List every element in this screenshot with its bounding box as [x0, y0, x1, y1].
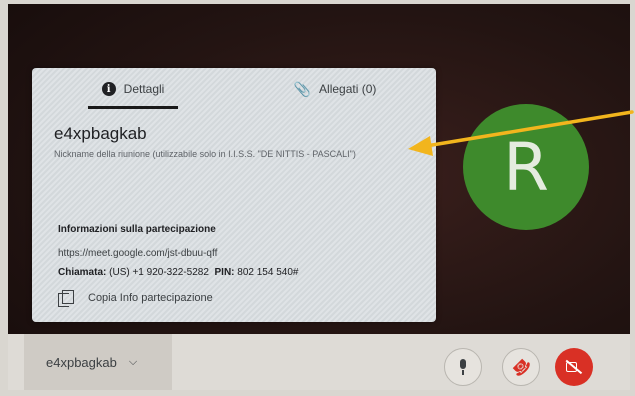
copy-join-info-button[interactable]: Copia Info partecipazione — [58, 290, 213, 307]
dial-label: Chiamata: — [58, 267, 107, 278]
active-tab-indicator — [88, 106, 178, 109]
meeting-screen: R i Dettagli 📎 Allegati (0) e4xpbagkab N… — [8, 4, 630, 390]
dial-in-info: Chiamata: (US) +1 920-322-5282 PIN: 802 … — [58, 267, 298, 278]
hang-up-button[interactable]: ☎ — [502, 348, 540, 386]
phone-hangup-icon: ☎ — [507, 353, 534, 380]
meet-link[interactable]: https://meet.google.com/jst-dbuu-qff — [58, 248, 217, 259]
microphone-icon — [458, 359, 468, 375]
pin-label: PIN: — [214, 267, 235, 278]
meeting-nickname-note: Nickname della riunione (utilizzabile so… — [54, 149, 356, 159]
dial-number: (US) +1 920-322-5282 — [109, 267, 209, 278]
meeting-details-panel: i Dettagli 📎 Allegati (0) e4xpbagkab Nic… — [32, 68, 436, 322]
call-controls-bar: e4xpbagkab ⌵ ☎ — [8, 334, 630, 390]
participant-avatar: R — [463, 104, 589, 230]
camera-off-icon — [565, 360, 583, 374]
tab-details[interactable]: i Dettagli — [32, 68, 234, 110]
info-icon: i — [101, 82, 116, 96]
pin-value: 802 154 540# — [237, 267, 299, 278]
chevron-down-icon: ⌵ — [128, 355, 138, 368]
tab-attachments[interactable]: 📎 Allegati (0) — [234, 68, 436, 110]
camera-off-button[interactable] — [555, 348, 593, 386]
tab-details-label: Dettagli — [123, 82, 165, 96]
join-info-title: Informazioni sulla partecipazione — [58, 224, 216, 235]
panel-tabs: i Dettagli 📎 Allegati (0) — [32, 68, 436, 110]
participant-initial: R — [503, 128, 549, 206]
copy-icon — [58, 290, 74, 307]
meeting-name: e4xpbagkab — [54, 124, 147, 143]
meeting-chip-label: e4xpbagkab — [46, 354, 117, 370]
tab-attachments-label: Allegati (0) — [319, 82, 377, 96]
paperclip-icon: 📎 — [293, 80, 312, 97]
copy-join-info-label: Copia Info partecipazione — [88, 292, 213, 304]
meeting-details-chip[interactable]: e4xpbagkab ⌵ — [24, 334, 172, 390]
microphone-button[interactable] — [444, 348, 482, 386]
